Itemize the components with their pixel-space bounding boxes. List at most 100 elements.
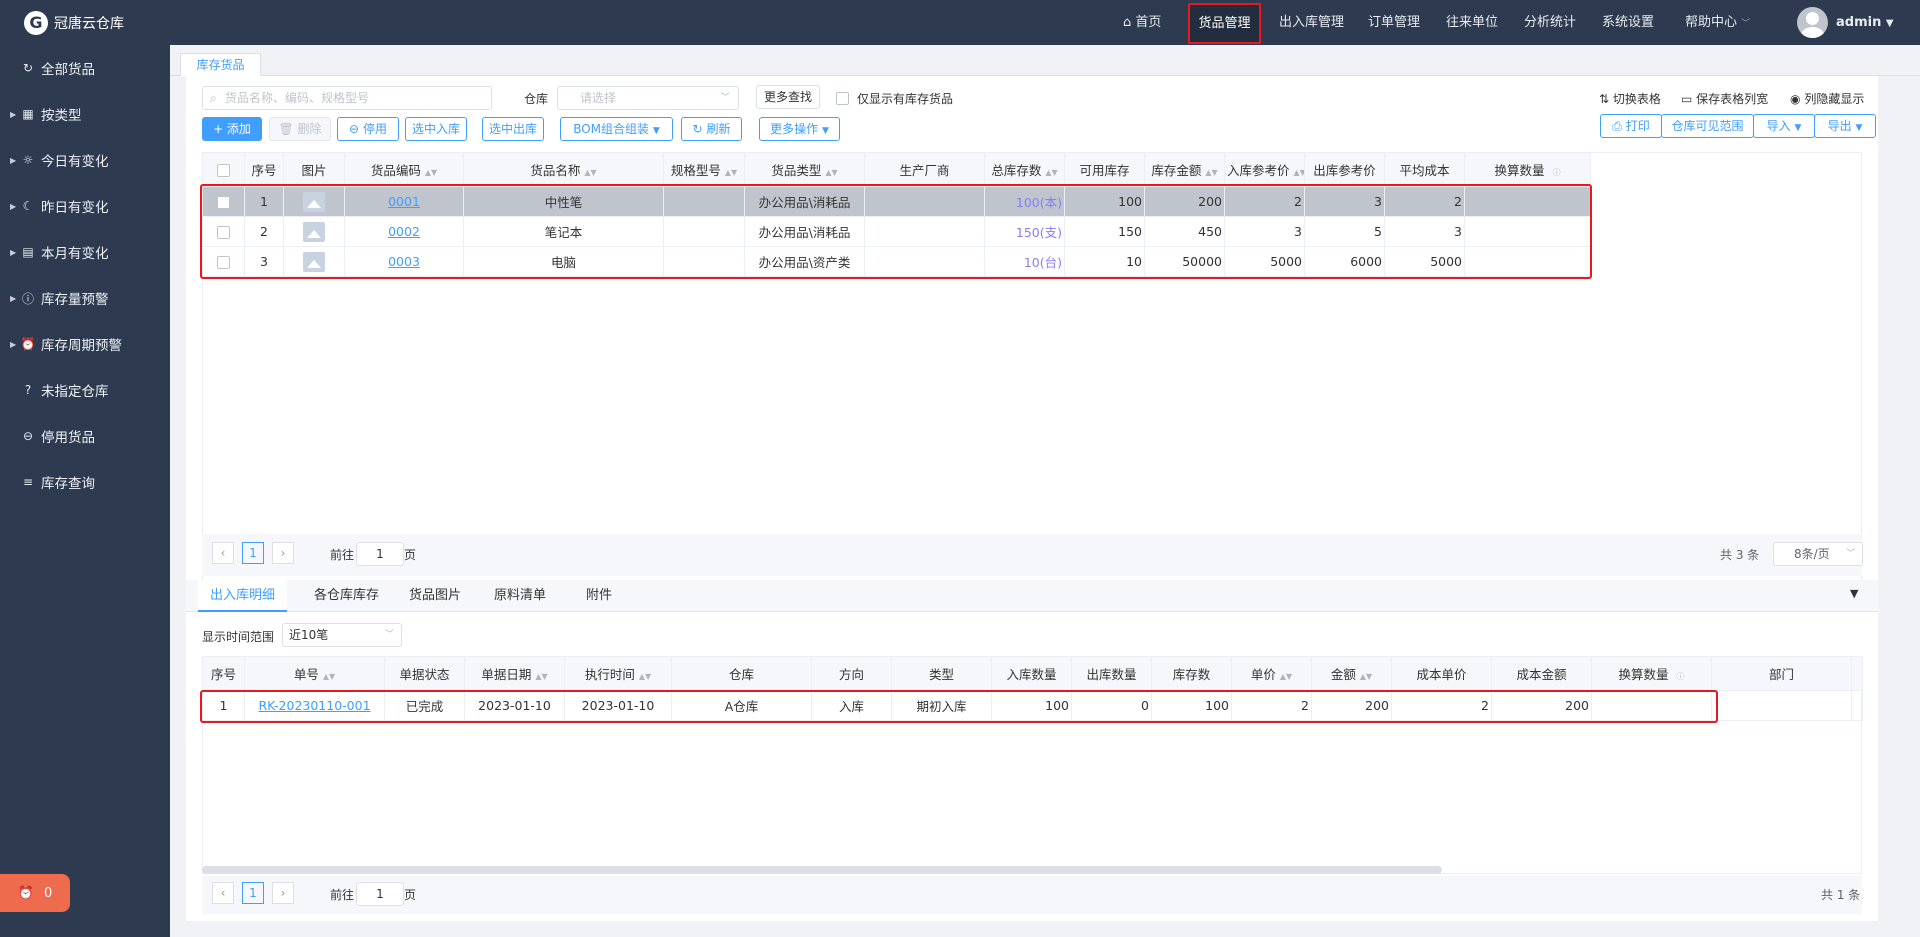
select-in-button[interactable]: 选中入库 [405,117,467,141]
time-range-select[interactable]: 近10笔 ﹀ [282,623,402,647]
horizontal-scrollbar[interactable] [202,866,1442,874]
column-header[interactable]: 图片 [283,152,345,187]
select-out-button[interactable]: 选中出库 [482,117,544,141]
more-search-button[interactable]: 更多查找 [756,85,820,109]
nav-analytics[interactable]: 分析统计 [1524,0,1576,45]
column-header[interactable]: 金额 ▲▼ [1311,656,1392,691]
column-header[interactable]: 生产厂商 [864,152,985,187]
column-header[interactable]: 单据日期 ▲▼ [464,656,565,691]
cell-text[interactable]: 0003 [388,254,420,269]
switch-table-link[interactable]: ⇅ 切换表格 [1599,90,1661,107]
column-header[interactable]: 入库数量 [991,656,1072,691]
nav-goods[interactable]: 货品管理 [1188,3,1261,44]
search-input[interactable]: ⌕ 货品名称、编码、规格型号 [202,86,492,110]
sort-icon[interactable]: ▲▼ [1360,672,1372,681]
checkbox[interactable] [217,196,230,209]
goto-page-input-2[interactable]: 1 [356,882,404,906]
tab-inventory-goods[interactable]: 库存货品 [180,53,261,76]
cell-text[interactable]: RK-20230110-001 [258,698,370,713]
column-header[interactable]: 仓库 [671,656,812,691]
add-button[interactable]: + 添加 [202,117,262,141]
detail-tab-2[interactable]: 货品图片 [409,580,461,612]
checkbox[interactable] [217,226,230,239]
avatar[interactable] [1797,7,1828,38]
select-all-checkbox[interactable] [202,152,245,187]
detail-tab-3[interactable]: 原料清单 [494,580,546,612]
page-1-2[interactable]: 1 [242,882,264,904]
save-width-link[interactable]: ▭ 保存表格列宽 [1681,90,1768,107]
sidebar-item-0[interactable]: ↻ 全部货品 [0,45,170,91]
page-1[interactable]: 1 [242,542,264,564]
cell-text[interactable]: 0002 [388,224,420,239]
table-cell-code[interactable]: 0002 [344,216,464,247]
column-header[interactable]: 货品类型 ▲▼ [744,152,865,187]
sort-icon[interactable]: ▲▼ [725,168,737,177]
sidebar-item-1[interactable]: ▶ ▦ 按类型 [0,91,170,137]
row-checkbox-cell[interactable] [202,216,245,247]
nav-inout[interactable]: 出入库管理 [1279,0,1344,45]
sort-icon[interactable]: ▲▼ [584,168,596,177]
column-header[interactable]: 出库参考价 [1304,152,1385,187]
refresh-button[interactable]: ↻ 刷新 [681,117,742,141]
sort-icon[interactable]: ▲▼ [1045,168,1057,177]
column-header[interactable]: 序号 [202,656,245,691]
sort-icon[interactable]: ▲▼ [323,672,335,681]
disable-button[interactable]: ⊖ 停用 [337,117,399,141]
print-button[interactable]: ⎙ 打印 [1600,114,1662,138]
column-header[interactable]: 可用库存 [1064,152,1145,187]
sidebar-item-5[interactable]: ▶ ⓘ 库存量预警 [0,275,170,321]
app-logo[interactable]: G 冠唐云仓库 [0,0,170,45]
nav-orders[interactable]: 订单管理 [1368,0,1420,45]
column-header[interactable]: 总库存数 ▲▼ [984,152,1065,187]
nav-home[interactable]: ⌂ 首页 [1123,0,1161,45]
sidebar-item-7[interactable]: ? 未指定仓库 [0,367,170,413]
visible-range-button[interactable]: 仓库可见范围 [1661,114,1754,138]
sidebar-item-9[interactable]: ≡ 库存查询 [0,459,170,505]
checkbox[interactable] [836,92,849,105]
prev-page-button[interactable]: ‹ [212,542,234,564]
sidebar-item-2[interactable]: ▶ ☼ 今日有变化 [0,137,170,183]
collapse-caret-icon[interactable]: ▼ [1850,587,1858,600]
sort-icon[interactable]: ▲▼ [1294,168,1304,177]
row-checkbox-cell[interactable] [202,246,245,277]
warehouse-select[interactable]: 请选择 ﹀ [557,86,739,110]
bom-button[interactable]: BOM组合组装 ▼ [560,117,673,141]
alert-button[interactable]: ⏰ 0 [0,874,70,912]
sort-icon[interactable]: ▲▼ [425,168,437,177]
user-menu[interactable]: admin ▼ [1836,0,1894,45]
sidebar-item-6[interactable]: ▶ ⏰ 库存周期预警 [0,321,170,367]
table-row[interactable]: 2 0002 笔记本 办公用品\消耗品 150(支) 150 450 3 5 3 [202,216,1591,247]
column-header[interactable]: 方向 [811,656,892,691]
sort-icon[interactable]: ▲▼ [825,168,837,177]
sidebar-item-4[interactable]: ▶ ▤ 本月有变化 [0,229,170,275]
sidebar-item-3[interactable]: ▶ ☾ 昨日有变化 [0,183,170,229]
checkbox[interactable] [217,164,230,177]
more-ops-button[interactable]: 更多操作 ▼ [759,117,840,141]
nav-settings[interactable]: 系统设置 [1602,0,1654,45]
sidebar-item-8[interactable]: ⊖ 停用货品 [0,413,170,459]
column-header[interactable]: 规格型号 ▲▼ [663,152,745,187]
column-header[interactable]: 平均成本 [1384,152,1465,187]
next-page-button[interactable]: › [272,542,294,564]
column-header[interactable]: 单价 ▲▼ [1231,656,1312,691]
column-header[interactable]: 货品编码 ▲▼ [344,152,464,187]
column-header[interactable]: 货品名称 ▲▼ [463,152,664,187]
sort-icon[interactable]: ▲▼ [1280,672,1292,681]
import-button[interactable]: 导入 ▼ [1753,114,1815,138]
column-header[interactable]: 成本单价 [1391,656,1492,691]
column-header[interactable]: 库存金额 ▲▼ [1144,152,1225,187]
export-button[interactable]: 导出 ▼ [1814,114,1876,138]
column-header[interactable]: 换算数量 ⓘ [1591,656,1712,691]
table-cell-no[interactable]: RK-20230110-001 [244,690,385,721]
column-header[interactable]: 成本金额 [1491,656,1592,691]
column-header[interactable]: 换算数量 ⓘ [1464,152,1591,187]
sort-icon[interactable]: ▲▼ [535,672,547,681]
row-checkbox-cell[interactable] [202,186,245,217]
sort-icon[interactable]: ▲▼ [1205,168,1217,177]
table-cell-code[interactable]: 0001 [344,186,464,217]
only-stock-checkbox[interactable]: 仅显示有库存货品 [836,90,953,107]
detail-tab-1[interactable]: 各仓库库存 [314,580,379,612]
column-header[interactable]: 部门 [1711,656,1852,691]
detail-tab-0[interactable]: 出入库明细 [198,580,288,612]
goto-page-input[interactable]: 1 [356,542,404,566]
